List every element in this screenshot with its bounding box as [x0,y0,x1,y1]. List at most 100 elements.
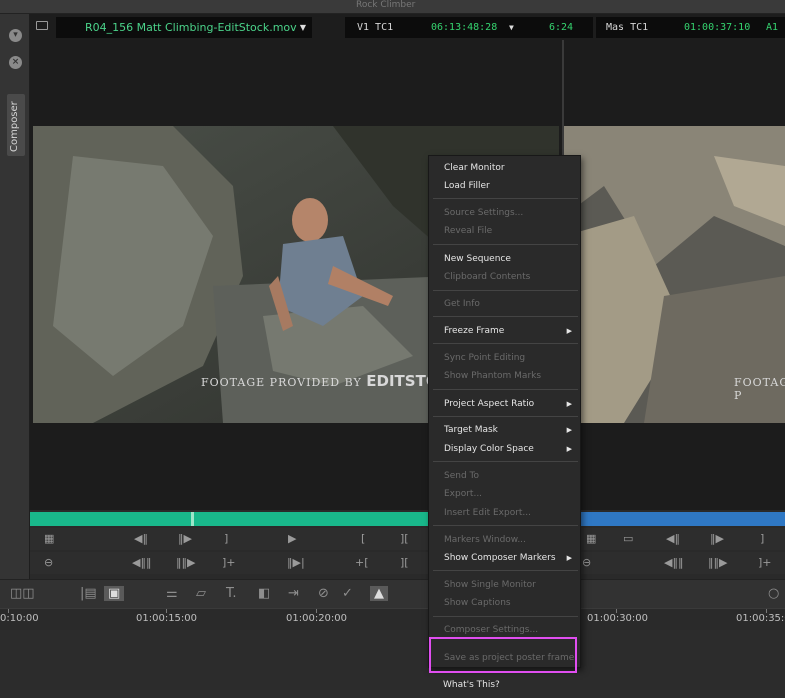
source-playhead[interactable] [191,512,194,526]
record-shuttle-forward-icon[interactable]: ‖‖▶ [708,556,727,569]
menu-item-clear-monitor[interactable]: Clear Monitor [429,159,582,177]
title-tool-icon[interactable]: T. [226,586,237,601]
menu-separator [433,570,578,571]
timeline-toolbar: ◫◫ |▤ ▣ ⚌ ▱ T. ◧ ⇥ ⊘ ✓ ▲ ○ [0,579,785,608]
menu-separator [433,244,578,245]
menu-item-show-phantom-marks: Show Phantom Marks [429,367,582,385]
monitor-icon[interactable] [36,21,48,30]
menu-item-show-captions: Show Captions [429,594,582,612]
menu-item-label: Composer Settings... [444,625,539,635]
menu-item-label: What's This? [443,680,500,690]
mark-out-icon[interactable]: ] [224,532,228,545]
menu-item-label: New Sequence [444,254,511,264]
menu-item-get-info: Get Info [429,295,582,313]
step-back-icon[interactable]: ◀‖ [134,532,148,545]
source-track-label[interactable]: V1 TC1 [345,17,419,38]
tab-composer[interactable]: Composer [7,94,25,156]
record-monitor-icon[interactable]: ▭ [623,532,633,545]
menu-item-label: Reveal File [444,226,493,236]
menu-item-show-single-monitor: Show Single Monitor [429,576,582,594]
mark-in-icon[interactable]: [ [361,532,365,545]
close-icon[interactable]: × [9,56,22,69]
ruler-label: 01:00:35:0 [736,613,785,624]
menu-item-label: Show Single Monitor [444,580,536,590]
mixer-icon[interactable]: ⚌ [166,586,178,601]
record-timecode[interactable]: 01:00:37:10 [678,17,778,38]
menu-item-markers-window: Markers Window... [429,531,582,549]
timeline-area[interactable] [0,630,785,698]
menu-item-new-sequence[interactable]: New Sequence [429,250,582,268]
source-duration[interactable]: 6:24 [523,17,593,38]
ruler-label: 01:00:20:00 [286,613,348,624]
menu-item-freeze-frame[interactable]: Freeze Frame ▶ [429,322,582,340]
menu-separator [433,343,578,344]
record-go-to-out-icon[interactable]: ]+ [758,556,772,569]
shuttle-forward-icon[interactable]: ‖‖▶ [176,556,195,569]
menu-item-sync-point-editing: Sync Point Editing [429,349,582,367]
link-icon[interactable]: ⊖ [44,556,53,569]
menu-item-load-filler[interactable]: Load Filler [429,177,582,195]
record-step-forward-icon[interactable]: ‖▶ [710,532,724,545]
source-clip-menu[interactable]: R04_156 Matt Climbing-EditStock.mov ▼ [56,17,312,38]
menu-item-label: Sync Point Editing [444,353,526,363]
dual-monitor-icon[interactable]: ◫◫ [10,586,35,601]
menu-item-label: Load Filler [444,181,490,191]
timeline-ruler[interactable]: 0:10:00 01:00:15:00 01:00:20:00 01:00:30… [0,608,785,630]
title-bar: Rock Climber [0,0,785,14]
menu-item-label: Clear Monitor [444,163,505,173]
step-forward-icon[interactable]: ‖▶ [178,532,192,545]
menu-item-label: Send To [444,471,480,481]
menu-item-project-aspect-ratio[interactable]: Project Aspect Ratio ▶ [429,395,582,413]
ruler-label: 01:00:30:00 [587,613,649,624]
play-icon[interactable]: ▶ [288,532,296,545]
collapse-icon[interactable]: ▾ [9,29,22,42]
record-step-back-icon[interactable]: ◀‖ [666,532,680,545]
monitor-view-icon[interactable]: ▣ [104,586,125,601]
effect-icon[interactable]: ◧ [258,586,270,601]
submenu-arrow-icon: ▶ [566,554,572,562]
record-track-suffix: A1 [764,17,785,38]
menu-separator [433,389,578,390]
record-shuttle-back-icon[interactable]: ◀‖‖ [664,556,683,569]
go-to-in-icon[interactable]: +[ [355,556,369,569]
menu-item-label: Target Mask [444,425,498,435]
clip-list-icon[interactable]: ▦ [44,532,54,545]
record-video-frame[interactable]: FOOTAGE P [564,126,785,423]
menu-item-insert-edit-export: Insert Edit Export... [429,504,582,522]
arrow-tool-icon[interactable]: ▲ [370,586,388,601]
menu-item-whats-this[interactable]: What's This? [428,676,581,694]
menu-item-show-composer-markers[interactable]: Show Composer Markers ▶ [429,549,582,567]
menu-item-label: Project Aspect Ratio [444,399,535,409]
record-track-label[interactable]: Mas TC1 [596,17,678,38]
disable-icon[interactable]: ⊘ [318,586,329,601]
clear-marks-icon[interactable]: ][ [400,532,409,545]
menu-item-label: Clipboard Contents [444,272,531,282]
shuttle-back-icon[interactable]: ◀‖‖ [132,556,151,569]
timeline-list-icon[interactable]: |▤ [80,586,97,601]
menu-item-label: Markers Window... [444,535,526,545]
menu-item-reveal-file: Reveal File [429,222,582,240]
circle-icon[interactable]: ○ [768,586,779,601]
menu-item-label: Display Color Space [444,444,534,454]
submenu-arrow-icon: ▶ [566,327,572,335]
source-controls-row-1: ▦ ◀‖ ‖▶ ] ▶ [ ][ ▦ ▭ ◀‖ ‖▶ ] [30,528,785,550]
submenu-arrow-icon: ▶ [566,426,572,434]
play-to-end-icon[interactable]: ‖▶| [287,556,305,569]
record-position-bar[interactable] [572,512,785,526]
menu-item-label: Export... [444,489,483,499]
timecode-dropdown-icon[interactable]: ▼ [509,17,519,38]
source-position-bar[interactable] [30,512,430,526]
lift-icon[interactable]: ⇥ [288,586,299,601]
menu-item-display-color-space[interactable]: Display Color Space ▶ [429,440,582,458]
record-link-icon[interactable]: ⊖ [582,556,591,569]
menu-item-target-mask[interactable]: Target Mask ▶ [429,421,582,439]
menu-item-label: Freeze Frame [444,326,505,336]
source-timecode[interactable]: 06:13:48:28 [419,17,523,38]
chevron-down-icon: ▼ [299,23,306,32]
go-to-out-icon[interactable]: ]+ [222,556,236,569]
splice-icon[interactable]: ][ [400,556,409,569]
record-mark-out-icon[interactable]: ] [760,532,764,545]
record-clip-list-icon[interactable]: ▦ [586,532,596,545]
segment-icon[interactable]: ▱ [196,586,206,601]
checkmark-icon[interactable]: ✓ [342,586,353,601]
